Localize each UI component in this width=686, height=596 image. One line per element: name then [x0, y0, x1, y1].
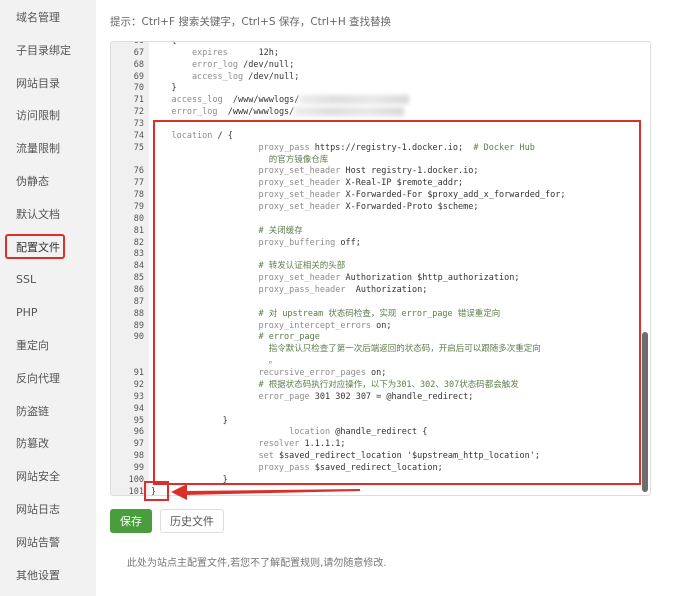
line-number: 98 — [133, 451, 144, 462]
line-number: 73 — [133, 119, 144, 130]
line-text: expires 12h; — [151, 48, 279, 60]
directive: expires — [151, 47, 228, 58]
sidebar-item[interactable]: 流量限制 — [0, 136, 96, 162]
line-number: 85 — [133, 273, 144, 284]
sidebar: 域名管理 子目录绑定 网站目录 访问限制 流量限制 伪静态 默认文档 配置文件 SSL PHP 重定… — [0, 0, 96, 596]
line-number: 67 — [133, 47, 144, 58]
sidebar-item[interactable]: 子目录绑定 — [0, 38, 96, 64]
line-text: } — [151, 83, 177, 95]
sidebar-item[interactable]: PHP — [0, 300, 96, 326]
code-line: 72 error_log /www/wwwlogs/ — [111, 107, 650, 119]
sidebar-item[interactable]: 网站安全 — [0, 464, 96, 490]
sidebar-item[interactable]: 其他设置 — [0, 563, 96, 589]
line-number: 94 — [133, 403, 144, 414]
value: { — [151, 41, 177, 46]
line-text: error_log /dev/null; — [151, 60, 294, 72]
line-number: 75 — [133, 142, 144, 153]
code-line: 68 error_log /dev/null; — [111, 60, 650, 72]
sidebar-item[interactable]: 防篡改 — [0, 431, 96, 457]
value: /dev/null; — [238, 59, 295, 70]
line-number: 69 — [133, 71, 144, 82]
line-number: 87 — [133, 296, 144, 307]
line-number: 101 — [128, 486, 144, 496]
line-number: 70 — [133, 83, 144, 94]
directive: error_log — [151, 59, 238, 70]
sidebar-item[interactable]: 伪静态 — [0, 169, 96, 195]
line-number: 84 — [133, 261, 144, 272]
active-item-highlight — [5, 234, 65, 259]
value: /www/wwwlogs/ — [217, 107, 295, 118]
value: /dev/null; — [243, 71, 300, 82]
sidebar-item[interactable]: 网站日志 — [0, 497, 96, 523]
sidebar-item[interactable]: 网站告警 — [0, 530, 96, 556]
line-number: 79 — [133, 202, 144, 213]
sidebar-item[interactable]: 域名管理 — [0, 5, 96, 31]
code-line: 70 } — [111, 83, 650, 95]
line-number: 95 — [133, 415, 144, 426]
arrow-icon — [171, 484, 360, 500]
code-line: 69 access_log /dev/null; — [111, 72, 650, 84]
redacted-path — [299, 95, 410, 105]
line-number: 77 — [133, 178, 144, 189]
line-number: 86 — [133, 285, 144, 296]
history-file-button[interactable]: 历史文件 — [160, 509, 224, 533]
line-number: 74 — [133, 130, 144, 141]
line-number: 97 — [133, 439, 144, 450]
sidebar-item[interactable]: 默认文档 — [0, 202, 96, 228]
directive: access_log — [151, 95, 223, 106]
line-number: 100 — [128, 474, 144, 485]
line-number: 81 — [133, 225, 144, 236]
line-number: 92 — [133, 379, 144, 390]
sidebar-item[interactable]: 重定向 — [0, 333, 96, 359]
directive: error_log — [151, 107, 218, 118]
line-number: 96 — [133, 427, 144, 438]
line-number: 76 — [133, 166, 144, 177]
line-number: 82 — [133, 237, 144, 248]
sidebar-item[interactable]: 反向代理 — [0, 366, 96, 392]
line-number: 99 — [133, 462, 144, 473]
location-block-highlight — [153, 120, 641, 485]
line-number: 93 — [133, 391, 144, 402]
editor-scrollbar[interactable] — [642, 332, 648, 492]
code-line: 71 access_log /www/wwwlogs/ — [111, 95, 650, 107]
line-number: 89 — [133, 320, 144, 331]
redacted-path — [294, 107, 405, 117]
line-number: 83 — [133, 249, 144, 260]
line-number: 90 — [133, 332, 144, 343]
value: 12h; — [227, 47, 279, 58]
value: } — [151, 83, 177, 94]
sidebar-item[interactable]: SSL — [0, 267, 96, 293]
code-line: 66 { — [111, 41, 650, 48]
line-number: 66 — [133, 41, 144, 46]
line-text: { — [151, 41, 177, 48]
line-number: 71 — [133, 95, 144, 106]
line-number: 78 — [133, 190, 144, 201]
line-text: error_log /www/wwwlogs/ — [151, 107, 405, 119]
line-text: access_log /www/wwwlogs/ — [151, 95, 410, 107]
sidebar-item[interactable]: 访问限制 — [0, 103, 96, 129]
sidebar-item[interactable]: 网站目录 — [0, 71, 96, 97]
line-text: access_log /dev/null; — [151, 72, 299, 84]
line-number: 91 — [133, 368, 144, 379]
line-number: 88 — [133, 308, 144, 319]
line-number: 68 — [133, 59, 144, 70]
line-number: 80 — [133, 213, 144, 224]
save-button[interactable]: 保存 — [110, 509, 152, 533]
editor-hint: 提示：Ctrl+F 搜索关键字，Ctrl+S 保存，Ctrl+H 查找替换 — [110, 16, 392, 28]
code-line: 67 expires 12h; — [111, 48, 650, 60]
sidebar-item[interactable]: 防盗链 — [0, 399, 96, 425]
directive: access_log — [151, 71, 244, 82]
value: /www/wwwlogs/ — [222, 95, 300, 106]
config-note: 此处为站点主配置文件,若您不了解配置规则,请勿随意修改. — [127, 558, 387, 569]
line-number: 72 — [133, 107, 144, 118]
